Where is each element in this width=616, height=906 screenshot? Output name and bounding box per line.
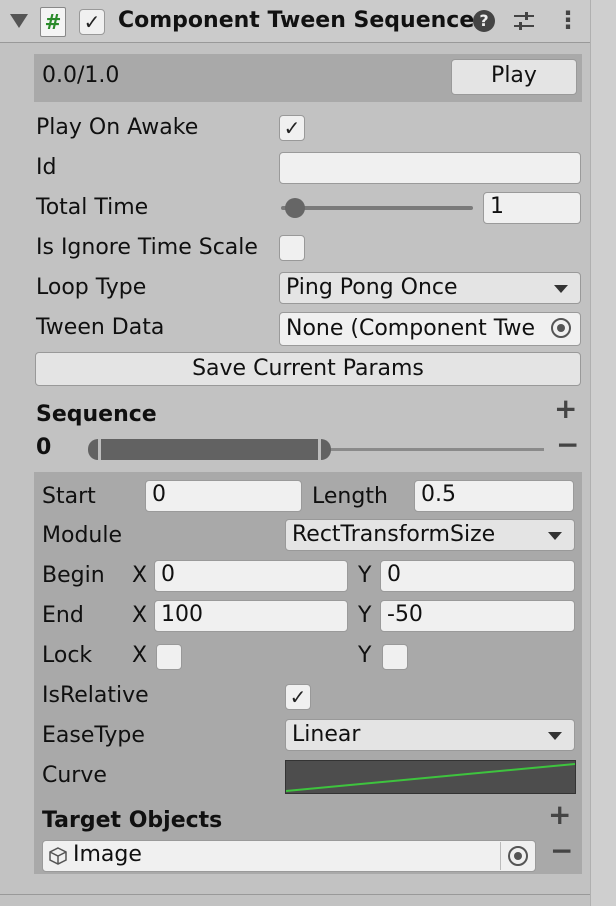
scroll-gutter	[590, 0, 616, 906]
sliders-icon	[514, 12, 534, 30]
tween-data-object-field[interactable]: None (Component Twe	[279, 312, 581, 346]
id-label: Id	[36, 155, 57, 180]
id-input[interactable]	[279, 152, 581, 184]
sequence-remove-button[interactable]: −	[556, 430, 579, 460]
cube-icon	[48, 846, 68, 866]
ignore-time-scale-label: Is Ignore Time Scale	[36, 235, 258, 260]
object-picker-icon[interactable]	[508, 846, 528, 866]
end-y-input[interactable]: -50	[380, 600, 575, 632]
length-input[interactable]: 0.5	[414, 480, 574, 512]
sequence-title: Sequence	[36, 402, 157, 427]
total-time-slider-thumb[interactable]	[285, 198, 305, 218]
curve-line-icon	[285, 763, 576, 792]
help-icon[interactable]: ?	[473, 10, 495, 32]
target-object-value: Image	[73, 842, 142, 867]
component-menu-icon[interactable]: ⋮	[556, 4, 580, 36]
begin-x-label: X	[132, 563, 148, 588]
easetype-dropdown[interactable]: Linear	[285, 719, 575, 751]
play-on-awake-label: Play On Awake	[36, 115, 199, 140]
module-label: Module	[42, 523, 122, 548]
component-title: Component Tween Sequence	[118, 8, 475, 33]
script-icon: #	[40, 7, 66, 37]
lock-y-label: Y	[358, 643, 372, 668]
end-x-label: X	[132, 603, 148, 628]
loop-type-label: Loop Type	[36, 275, 147, 300]
begin-label: Begin	[42, 563, 105, 588]
begin-y-input[interactable]: 0	[380, 560, 575, 592]
total-time-label: Total Time	[36, 195, 149, 220]
play-button[interactable]: Play	[451, 59, 577, 95]
target-add-button[interactable]: +	[548, 800, 571, 830]
component-header: # ✓ Component Tween Sequence ? ⋮	[0, 0, 590, 43]
length-label: Length	[312, 484, 388, 509]
range-handle-right[interactable]	[318, 439, 321, 460]
save-current-params-button[interactable]: Save Current Params	[35, 352, 581, 386]
target-object-field[interactable]: Image	[42, 840, 536, 872]
target-objects-title: Target Objects	[42, 808, 223, 833]
start-label: Start	[42, 484, 96, 509]
tween-data-label: Tween Data	[36, 315, 165, 340]
isrelative-checkbox[interactable]: ✓	[285, 684, 311, 710]
total-time-slider-track[interactable]	[281, 206, 473, 210]
presets-icon[interactable]	[512, 10, 536, 32]
progress-text: 0.0/1.0	[42, 63, 120, 88]
sequence-add-button[interactable]: +	[554, 394, 577, 424]
tween-data-value: None (Component Twe	[286, 316, 536, 341]
chevron-down-icon	[548, 732, 562, 740]
component-enabled-checkbox[interactable]: ✓	[79, 9, 105, 35]
start-input[interactable]: 0	[145, 480, 302, 512]
target-divider	[500, 842, 501, 870]
object-picker-icon[interactable]	[551, 318, 571, 338]
sequence-range-bar[interactable]	[88, 439, 331, 460]
end-label: End	[42, 603, 84, 628]
lock-x-checkbox[interactable]	[156, 644, 182, 670]
begin-y-label: Y	[358, 563, 372, 588]
module-dropdown[interactable]: RectTransformSize	[285, 519, 575, 551]
range-handle-left[interactable]	[98, 439, 101, 460]
loop-type-dropdown[interactable]: Ping Pong Once	[279, 272, 581, 304]
lock-x-label: X	[132, 643, 148, 668]
picker-dot	[557, 324, 565, 332]
isrelative-label: IsRelative	[42, 683, 149, 708]
end-y-label: Y	[358, 603, 372, 628]
chevron-down-icon	[554, 285, 568, 293]
loop-type-value: Ping Pong Once	[286, 275, 458, 300]
begin-x-input[interactable]: 0	[154, 560, 348, 592]
lock-y-checkbox[interactable]	[382, 644, 408, 670]
easetype-value: Linear	[292, 722, 361, 747]
bottom-divider	[0, 894, 590, 895]
total-time-input[interactable]: 1	[483, 192, 581, 224]
curve-field[interactable]	[285, 760, 576, 794]
sequence-index: 0	[36, 435, 52, 460]
end-x-input[interactable]: 100	[154, 600, 348, 632]
lock-label: Lock	[42, 643, 93, 668]
play-on-awake-checkbox[interactable]: ✓	[279, 115, 305, 141]
easetype-label: EaseType	[42, 723, 145, 748]
module-value: RectTransformSize	[292, 522, 496, 547]
picker-dot	[514, 852, 522, 860]
foldout-arrow-icon[interactable]	[10, 14, 28, 28]
chevron-down-icon	[548, 532, 562, 540]
target-remove-button[interactable]: −	[550, 836, 573, 866]
ignore-time-scale-checkbox[interactable]	[279, 235, 305, 261]
curve-label: Curve	[42, 763, 107, 788]
